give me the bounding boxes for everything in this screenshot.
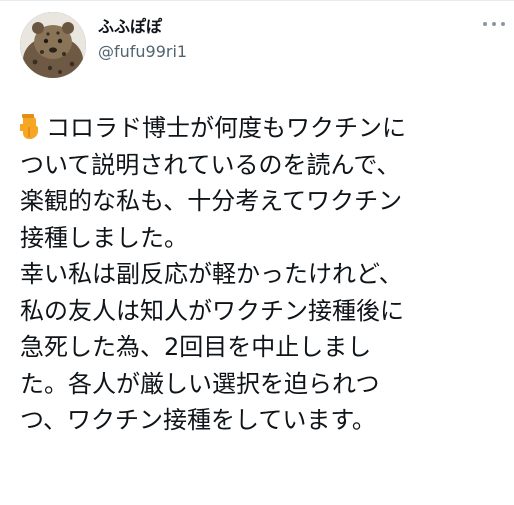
avatar[interactable] xyxy=(20,12,86,78)
tweet-line: 幸い私は副反応が軽かったけれど、 xyxy=(20,260,403,288)
display-name[interactable]: ふふぽぽ xyxy=(98,17,162,37)
tweet-line: 私の友人は知人がワクチン接種後に xyxy=(20,296,404,325)
tweet-line: 楽観的な私も、十分考えてワクチン xyxy=(20,187,403,215)
tweet-line-text: コロラド博士が何度もワクチンに xyxy=(46,114,406,142)
tweet-line: た。各人が厳しい選択を迫られつ xyxy=(20,369,380,398)
tweet-line: コロラド博士が何度もワクチンに xyxy=(19,110,514,147)
more-dots-icon[interactable] xyxy=(483,17,505,31)
dot xyxy=(501,22,505,26)
dot xyxy=(483,22,487,26)
tweet-text: コロラド博士が何度もワクチンに ついて説明されているのを読んで、 楽観的な私も、… xyxy=(19,110,514,439)
tweet-line: 接種しました。 xyxy=(20,223,188,252)
tweet-line: ついて説明されているのを読んで、 xyxy=(20,150,401,179)
tweet-card: ふふぽぽ @fufu99ri1 コロラド博士が何度もワクチンに ついて説明されて… xyxy=(0,0,514,505)
leopard-plush-avatar-icon xyxy=(20,12,86,78)
tweet-line: 急死した為、2回目を中止しまし xyxy=(20,333,372,361)
dot xyxy=(492,22,496,26)
username[interactable]: @fufu99ri1 xyxy=(98,42,187,62)
tweet-line: つ、ワクチン接種をしています。 xyxy=(20,406,376,434)
pointing-down-hand-icon xyxy=(19,114,42,140)
